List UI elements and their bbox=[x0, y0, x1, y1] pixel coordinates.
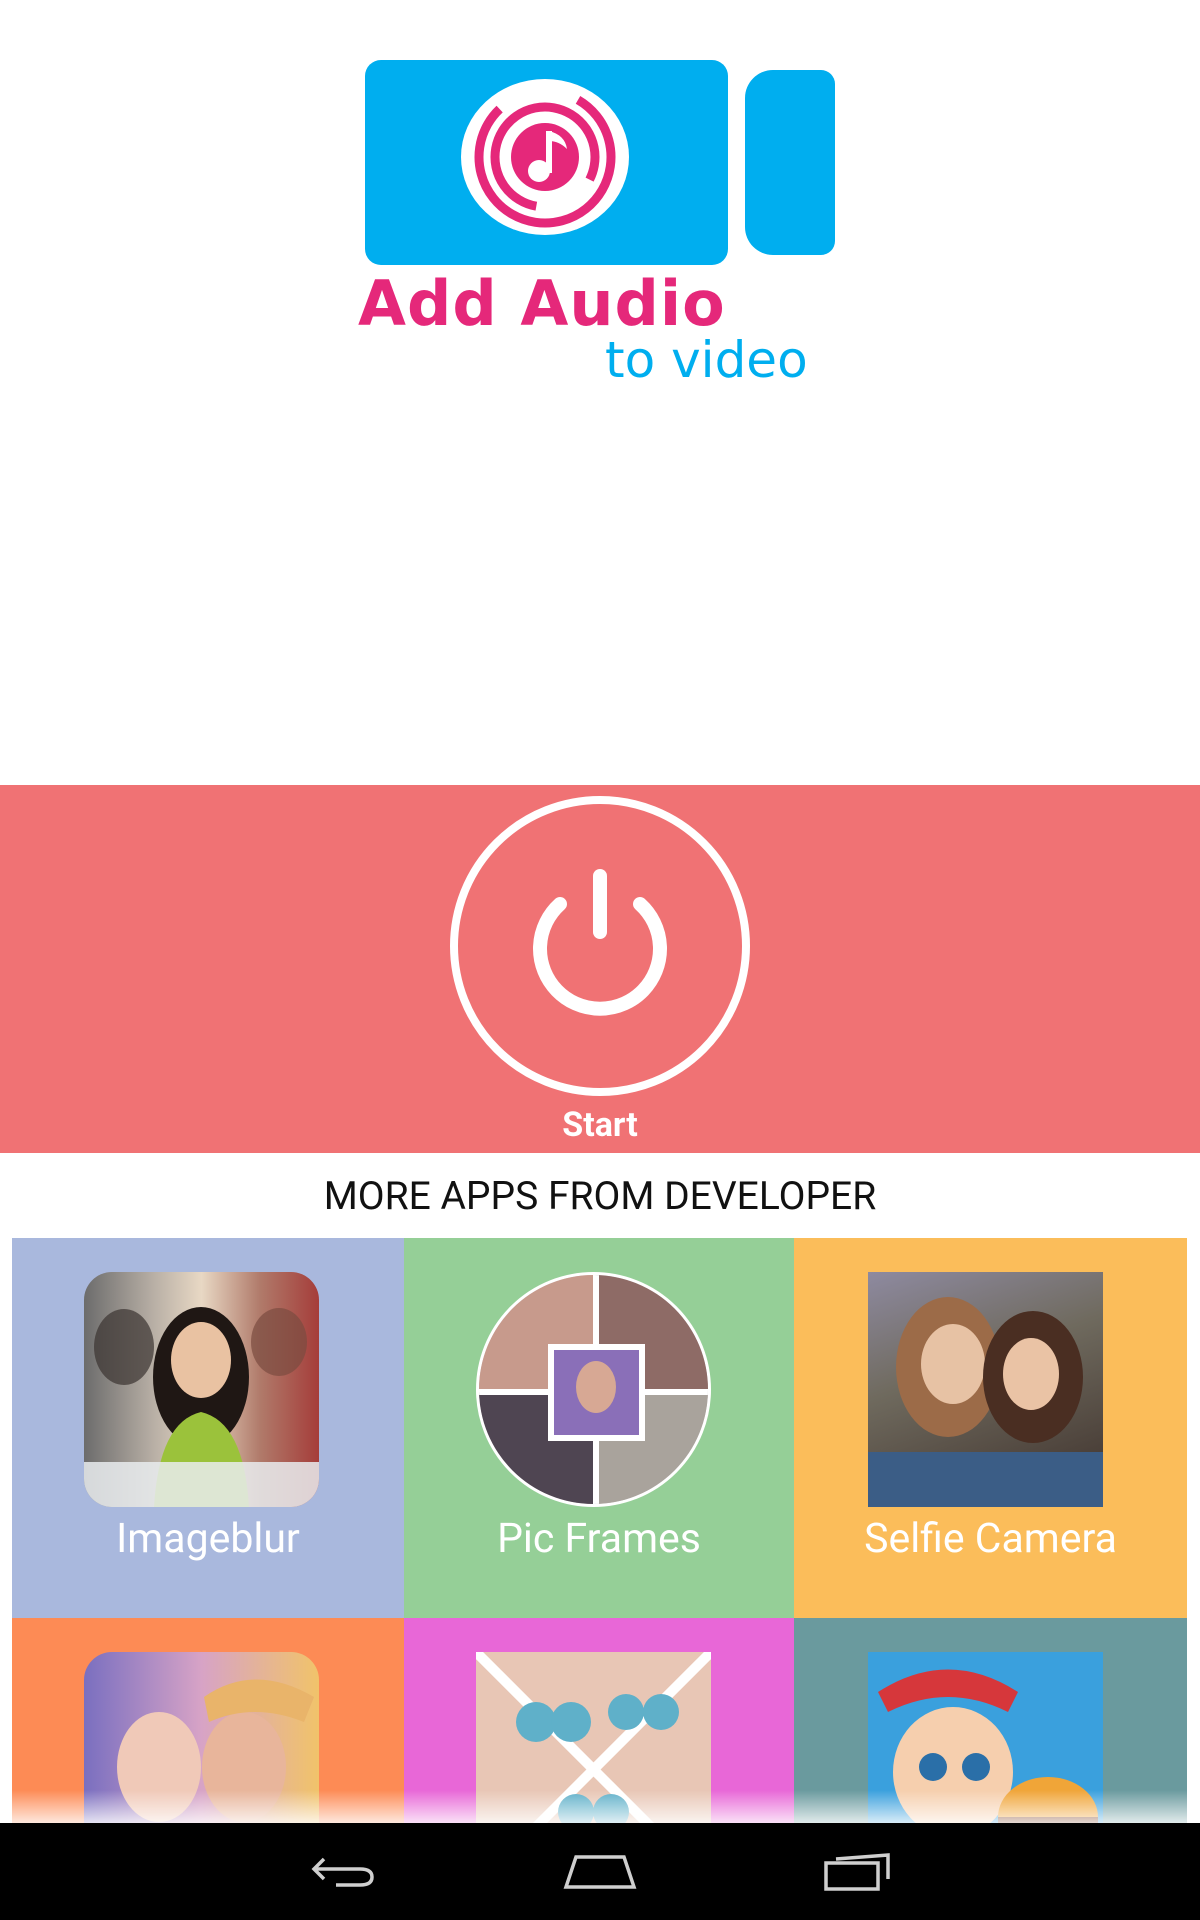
app-tile-imageblur[interactable]: Imageblur bbox=[12, 1238, 404, 1618]
grid-fade bbox=[0, 1790, 1200, 1825]
recents-icon bbox=[824, 1853, 890, 1891]
selfie-camera-label: Selfie Camera bbox=[864, 1515, 1117, 1563]
selfie-camera-thumbnail bbox=[868, 1272, 1103, 1507]
home-icon bbox=[563, 1855, 637, 1889]
app-tile-selfie-camera[interactable]: Selfie Camera bbox=[794, 1238, 1187, 1618]
imageblur-thumbnail bbox=[84, 1272, 319, 1507]
power-icon bbox=[533, 869, 667, 1016]
system-navbar bbox=[0, 1823, 1200, 1920]
pic-frames-thumbnail bbox=[476, 1272, 711, 1507]
logo-subtitle: to video bbox=[605, 331, 808, 389]
start-label: Start bbox=[562, 1105, 638, 1145]
start-button[interactable] bbox=[450, 796, 750, 1096]
recents-button[interactable] bbox=[803, 1833, 913, 1909]
logo-title: Add Audio bbox=[358, 267, 726, 340]
music-disc-icon bbox=[461, 79, 629, 235]
home-button[interactable] bbox=[545, 1833, 655, 1909]
app-tile-pic-frames[interactable]: Pic Frames bbox=[404, 1238, 794, 1618]
app-logo: Add Audio to video bbox=[350, 55, 850, 395]
camera-lens-shape bbox=[745, 70, 835, 255]
imageblur-label: Imageblur bbox=[116, 1515, 300, 1563]
pic-frames-label: Pic Frames bbox=[497, 1515, 701, 1563]
back-icon bbox=[311, 1857, 374, 1887]
more-apps-heading: MORE APPS FROM DEVELOPER bbox=[323, 1172, 877, 1219]
start-panel: Start bbox=[0, 785, 1200, 1153]
back-button[interactable] bbox=[288, 1833, 398, 1909]
logo-area: Add Audio to video bbox=[0, 0, 1200, 785]
more-apps-grid: Imageblur Pic Frames Selfie Camera bbox=[12, 1238, 1187, 1823]
